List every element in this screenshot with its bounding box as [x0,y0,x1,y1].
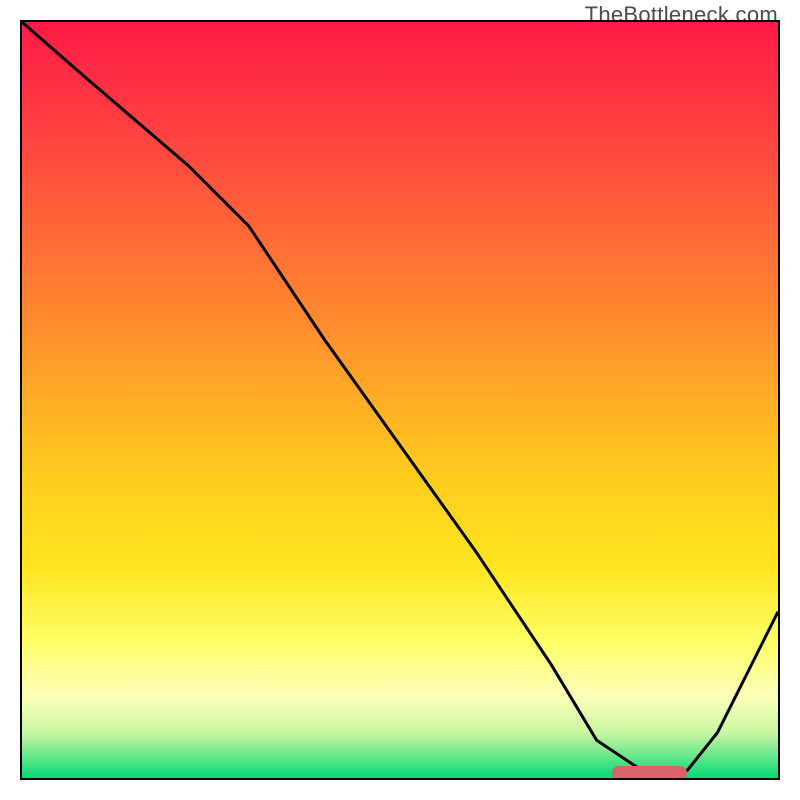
background-gradient [22,22,778,778]
plot-area [20,20,780,780]
optimal-range-marker [612,766,688,780]
chart-container: TheBottleneck.com [0,0,800,800]
